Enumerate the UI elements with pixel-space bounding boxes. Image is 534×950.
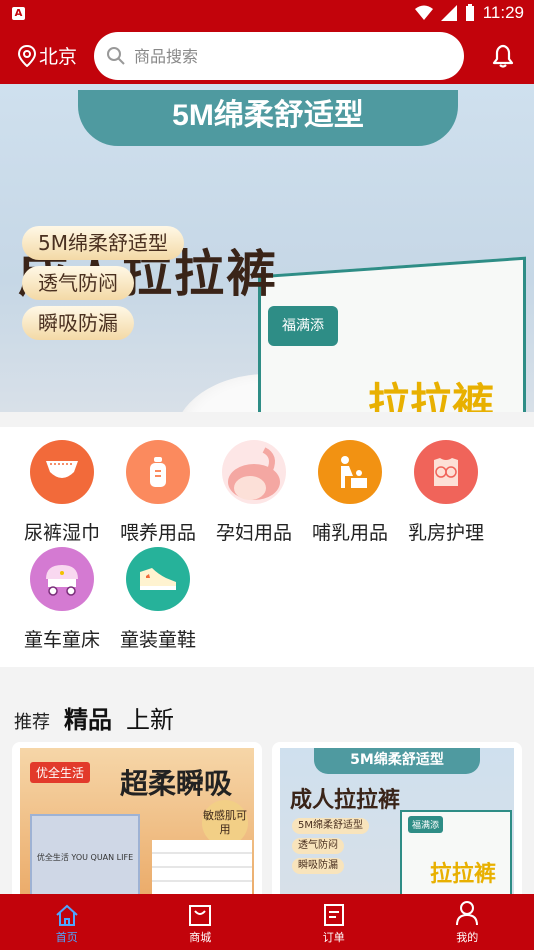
new-arrivals-tab[interactable]: 上新 bbox=[126, 700, 174, 735]
banner-pill: 透气防闷 bbox=[22, 266, 134, 300]
category-grid: 尿裤湿巾 喂养用品 孕妇用品 哺乳用品 乳房护理 童车童床 童装童鞋 bbox=[0, 427, 534, 667]
category-strollers[interactable]: 童车童床 bbox=[14, 547, 110, 652]
tab-store[interactable]: 商城 bbox=[134, 894, 268, 950]
bell-icon[interactable] bbox=[488, 41, 518, 71]
product-title: 超柔瞬吸 bbox=[120, 767, 233, 800]
product-pill: 瞬吸防漏 bbox=[292, 858, 344, 874]
category-label: 尿裤湿巾 bbox=[23, 522, 100, 544]
battery-icon bbox=[465, 4, 474, 21]
recommend-label[interactable]: 推荐 bbox=[14, 708, 50, 734]
order-icon bbox=[323, 904, 344, 926]
product-image: 优全生活 超柔瞬吸 敏感肌可用 优全生活 YOU QUAN LIFE bbox=[20, 748, 254, 902]
product-bag: 优全生活 YOU QUAN LIFE bbox=[30, 814, 140, 902]
category-label: 哺乳用品 bbox=[311, 522, 388, 544]
banner-package-big: 拉拉裤 bbox=[368, 379, 495, 412]
product-title: 成人拉拉裤 bbox=[290, 788, 401, 813]
pregnant-icon bbox=[222, 440, 286, 504]
category-label: 童装童鞋 bbox=[119, 629, 196, 651]
package-big: 拉拉裤 bbox=[430, 862, 497, 887]
category-label: 乳房护理 bbox=[407, 522, 484, 544]
tab-home[interactable]: 首页 bbox=[0, 894, 134, 950]
category-kids-clothing[interactable]: 童装童鞋 bbox=[110, 547, 206, 652]
tab-label: 订单 bbox=[322, 931, 345, 944]
clock: 11:29 bbox=[482, 3, 524, 22]
category-label: 童车童床 bbox=[23, 629, 100, 651]
store-icon bbox=[189, 905, 212, 926]
tab-label: 首页 bbox=[55, 931, 78, 944]
category-diapers[interactable]: 尿裤湿巾 bbox=[14, 440, 110, 545]
brand-badge: 优全生活 bbox=[30, 762, 91, 783]
shoe-icon bbox=[126, 547, 190, 611]
tab-label: 我的 bbox=[456, 931, 479, 944]
tab-label: 商城 bbox=[189, 931, 212, 944]
banner[interactable]: 5M绵柔舒适型 福满添 拉拉裤 pants 成人拉拉裤 5M绵柔舒适型 透气防闷… bbox=[0, 84, 534, 412]
product-card[interactable]: 优全生活 超柔瞬吸 敏感肌可用 优全生活 YOU QUAN LIFE bbox=[12, 742, 262, 902]
category-breast-care[interactable]: 乳房护理 bbox=[398, 440, 494, 545]
banner-pill: 瞬吸防漏 bbox=[22, 306, 134, 340]
product-pill: 透气防闷 bbox=[292, 838, 344, 854]
product-card[interactable]: 5M绵柔舒适型 成人拉拉裤 福满添 拉拉裤 5M绵柔舒适型 透气防闷 瞬吸防漏 bbox=[272, 742, 522, 902]
search-icon bbox=[107, 47, 125, 65]
featured-tab[interactable]: 精品 bbox=[64, 700, 112, 735]
user-icon bbox=[456, 901, 479, 926]
category-maternity[interactable]: 孕妇用品 bbox=[206, 440, 302, 545]
bottle-icon bbox=[126, 440, 190, 504]
stroller-icon bbox=[30, 547, 94, 611]
banner-top-text: 5M绵柔舒适型 bbox=[78, 90, 458, 146]
header: 北京 bbox=[0, 28, 534, 84]
search-bar[interactable] bbox=[94, 32, 464, 80]
recommend-header: 推荐 精品 上新 bbox=[14, 700, 174, 735]
bag-text: 优全生活 YOU QUAN LIFE bbox=[36, 853, 134, 862]
bottom-tab-bar: 首页 商城 订单 我的 bbox=[0, 894, 534, 950]
category-label: 孕妇用品 bbox=[215, 522, 292, 544]
banner-package-label: 福满添 bbox=[268, 306, 338, 346]
search-input[interactable] bbox=[134, 46, 434, 66]
status-bar: A 11:29 bbox=[0, 0, 534, 28]
breast-care-icon bbox=[414, 440, 478, 504]
product-pill: 5M绵柔舒适型 bbox=[292, 818, 369, 834]
home-icon bbox=[56, 904, 78, 926]
category-feeding[interactable]: 喂养用品 bbox=[110, 440, 206, 545]
banner-pill: 5M绵柔舒适型 bbox=[22, 226, 184, 260]
location-pin-icon bbox=[18, 44, 36, 67]
diaper-icon bbox=[30, 440, 94, 504]
wifi-icon bbox=[414, 5, 433, 20]
nursing-icon bbox=[318, 440, 382, 504]
location-label: 北京 bbox=[39, 46, 78, 68]
category-label: 喂养用品 bbox=[119, 522, 196, 544]
category-nursing[interactable]: 哺乳用品 bbox=[302, 440, 398, 545]
tab-mine[interactable]: 我的 bbox=[401, 894, 534, 950]
product-image: 5M绵柔舒适型 成人拉拉裤 福满添 拉拉裤 5M绵柔舒适型 透气防闷 瞬吸防漏 bbox=[280, 748, 514, 902]
product-top-text: 5M绵柔舒适型 bbox=[314, 748, 480, 774]
location-selector[interactable]: 北京 bbox=[18, 42, 77, 69]
signal-icon bbox=[440, 5, 457, 21]
tab-orders[interactable]: 订单 bbox=[267, 894, 401, 950]
product-towels bbox=[152, 840, 252, 902]
package-label: 福满添 bbox=[408, 816, 444, 833]
app-notification-icon: A bbox=[12, 7, 25, 20]
